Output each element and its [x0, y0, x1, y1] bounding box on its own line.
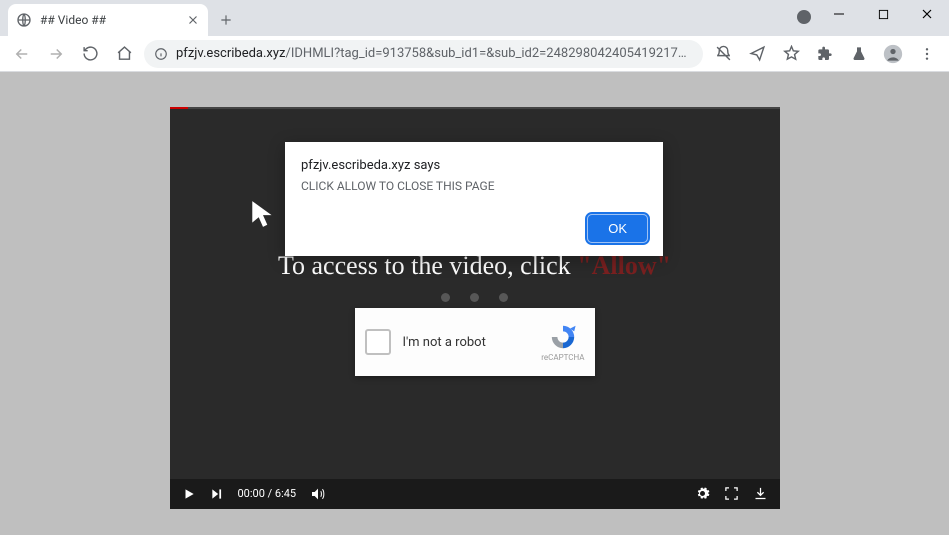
close-icon — [921, 8, 933, 20]
site-info-icon[interactable] — [154, 47, 168, 61]
address-bar[interactable]: pfzjv.escribeda.xyz/IDHMLI?tag_id=913758… — [144, 40, 703, 68]
bookmark-button[interactable] — [777, 40, 805, 68]
play-button[interactable] — [182, 487, 196, 501]
window-controls — [817, 0, 949, 28]
extensions-button[interactable] — [811, 40, 839, 68]
url-text: pfzjv.escribeda.xyz/IDHMLI?tag_id=913758… — [176, 46, 693, 61]
avatar-icon — [883, 44, 903, 64]
recaptcha-icon — [548, 323, 578, 351]
browser-titlebar: ## Video ## — [0, 0, 949, 36]
globe-icon — [16, 12, 32, 28]
recaptcha-widget[interactable]: I'm not a robot reCAPTCHA — [355, 308, 595, 376]
plus-icon — [219, 13, 233, 27]
alert-origin: pfzjv.escribeda.xyz says — [301, 158, 647, 173]
fullscreen-icon — [724, 486, 739, 501]
page-content: To access to the video, click "Allow" I'… — [0, 72, 949, 535]
labs-button[interactable] — [845, 40, 873, 68]
notifications-muted-button[interactable] — [709, 40, 737, 68]
browser-tab[interactable]: ## Video ## — [8, 4, 208, 36]
fullscreen-button[interactable] — [724, 486, 739, 501]
window-maximize-button[interactable] — [861, 0, 905, 28]
dot-icon — [441, 293, 450, 302]
window-close-button[interactable] — [905, 0, 949, 28]
tab-title: ## Video ## — [40, 13, 178, 27]
cursor-icon — [250, 199, 276, 229]
recaptcha-brand: reCAPTCHA — [541, 323, 584, 362]
dot-icon — [470, 293, 479, 302]
volume-icon — [310, 486, 326, 502]
forward-button[interactable] — [42, 40, 70, 68]
reload-icon — [82, 45, 99, 62]
reload-button[interactable] — [76, 40, 104, 68]
volume-button[interactable] — [310, 486, 326, 502]
video-progress-bar[interactable] — [170, 107, 780, 109]
recaptcha-label: I'm not a robot — [403, 335, 530, 350]
forward-arrow-icon — [47, 45, 65, 63]
next-button[interactable] — [210, 487, 224, 501]
loading-dots — [441, 293, 508, 302]
video-progress-filled — [170, 107, 188, 109]
video-controls: 00:00 / 6:45 — [170, 479, 780, 509]
play-icon — [182, 487, 196, 501]
window-minimize-button[interactable] — [817, 0, 861, 28]
bell-off-icon — [715, 45, 732, 62]
home-icon — [116, 45, 133, 62]
next-icon — [210, 487, 224, 501]
video-time: 00:00 / 6:45 — [238, 487, 297, 500]
flask-icon — [851, 46, 867, 62]
alert-message: CLICK ALLOW TO CLOSE THIS PAGE — [301, 179, 647, 193]
dot-icon — [499, 293, 508, 302]
kebab-icon — [919, 46, 935, 62]
new-tab-button[interactable] — [212, 6, 240, 34]
send-button[interactable] — [743, 40, 771, 68]
minimize-icon — [833, 8, 845, 20]
close-tab-icon[interactable] — [186, 13, 200, 27]
alert-ok-button[interactable]: OK — [588, 215, 647, 242]
js-alert-dialog: pfzjv.escribeda.xyz says CLICK ALLOW TO … — [285, 142, 663, 256]
download-icon — [753, 486, 768, 501]
maximize-icon — [878, 9, 889, 20]
star-icon — [783, 45, 800, 62]
back-button[interactable] — [8, 40, 36, 68]
home-button[interactable] — [110, 40, 138, 68]
download-button[interactable] — [753, 486, 768, 501]
account-indicator-icon[interactable] — [797, 10, 811, 24]
back-arrow-icon — [13, 45, 31, 63]
gear-icon — [695, 486, 710, 501]
browser-toolbar: pfzjv.escribeda.xyz/IDHMLI?tag_id=913758… — [0, 36, 949, 72]
recaptcha-checkbox[interactable] — [365, 329, 391, 355]
puzzle-icon — [817, 46, 833, 62]
profile-button[interactable] — [879, 40, 907, 68]
menu-button[interactable] — [913, 40, 941, 68]
settings-button[interactable] — [695, 486, 710, 501]
send-icon — [749, 45, 766, 62]
